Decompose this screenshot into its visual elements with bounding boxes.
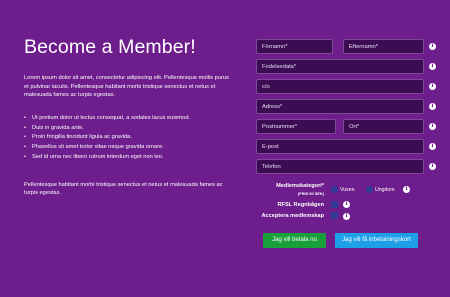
membership-category-label: Medlemskategori* bbox=[276, 183, 324, 189]
invoice-button[interactable]: Jag vill få inbetalningskort bbox=[335, 233, 418, 248]
info-icon[interactable]: i bbox=[403, 186, 410, 193]
rfsl-label: RFSL Regnbågen bbox=[277, 202, 324, 208]
lastname-field[interactable]: Efternamn* bbox=[343, 39, 424, 54]
firstname-field[interactable]: Förnamn* bbox=[256, 39, 333, 54]
benefits-list: Ut pretium dolor ut lectus consequat, a … bbox=[24, 114, 230, 163]
list-item: Ut pretium dolor ut lectus consequat, a … bbox=[24, 114, 230, 124]
radio-youth[interactable] bbox=[366, 186, 373, 193]
intro-section: Become a Member! Lorem ipsum dolor sit a… bbox=[24, 36, 230, 198]
co-field[interactable]: c/o bbox=[256, 79, 424, 94]
list-item: Phasellus sit amet tortor vitae neque gr… bbox=[24, 143, 230, 153]
info-icon[interactable]: i bbox=[343, 201, 350, 208]
pay-now-button[interactable]: Jag vill betala nu bbox=[263, 233, 326, 248]
list-item: Proin fringilla tincidunt ligula ac grav… bbox=[24, 133, 230, 143]
membership-price-note: (PRIS 50 SEK) bbox=[297, 191, 324, 196]
outro-paragraph: Pellentesque habitant morbi tristique se… bbox=[24, 181, 223, 197]
address-field[interactable]: Adress* bbox=[256, 99, 424, 114]
info-icon[interactable]: i bbox=[429, 63, 436, 70]
accept-checkbox[interactable] bbox=[331, 212, 338, 219]
info-icon[interactable]: i bbox=[429, 143, 436, 150]
radio-adult[interactable] bbox=[331, 186, 338, 193]
radio-adult-label: Vuxen bbox=[340, 187, 355, 193]
list-item: Duis in gravida ante. bbox=[24, 124, 230, 134]
intro-paragraph: Lorem ipsum dolor sit amet, consectetur … bbox=[24, 75, 229, 99]
birthdate-field[interactable]: Fodelsedata* bbox=[256, 59, 424, 74]
info-icon[interactable]: i bbox=[429, 43, 436, 50]
email-field[interactable]: E-post bbox=[256, 139, 424, 154]
radio-youth-label: Ungdom bbox=[375, 187, 395, 193]
page-title: Become a Member! bbox=[24, 36, 196, 58]
info-icon[interactable]: i bbox=[429, 83, 436, 90]
phone-field[interactable]: Telefon bbox=[256, 159, 424, 174]
postcode-field[interactable]: Postnummer* bbox=[256, 119, 336, 134]
info-icon[interactable]: i bbox=[429, 123, 436, 130]
info-icon[interactable]: i bbox=[429, 163, 436, 170]
city-field[interactable]: Ort* bbox=[343, 119, 424, 134]
info-icon[interactable]: i bbox=[343, 213, 350, 220]
accept-label: Acceptera medlemskap bbox=[261, 213, 325, 219]
list-item: Sed id urna nec libero rutrum interdum e… bbox=[24, 153, 230, 163]
rfsl-checkbox[interactable] bbox=[331, 201, 338, 208]
info-icon[interactable]: i bbox=[429, 103, 436, 110]
